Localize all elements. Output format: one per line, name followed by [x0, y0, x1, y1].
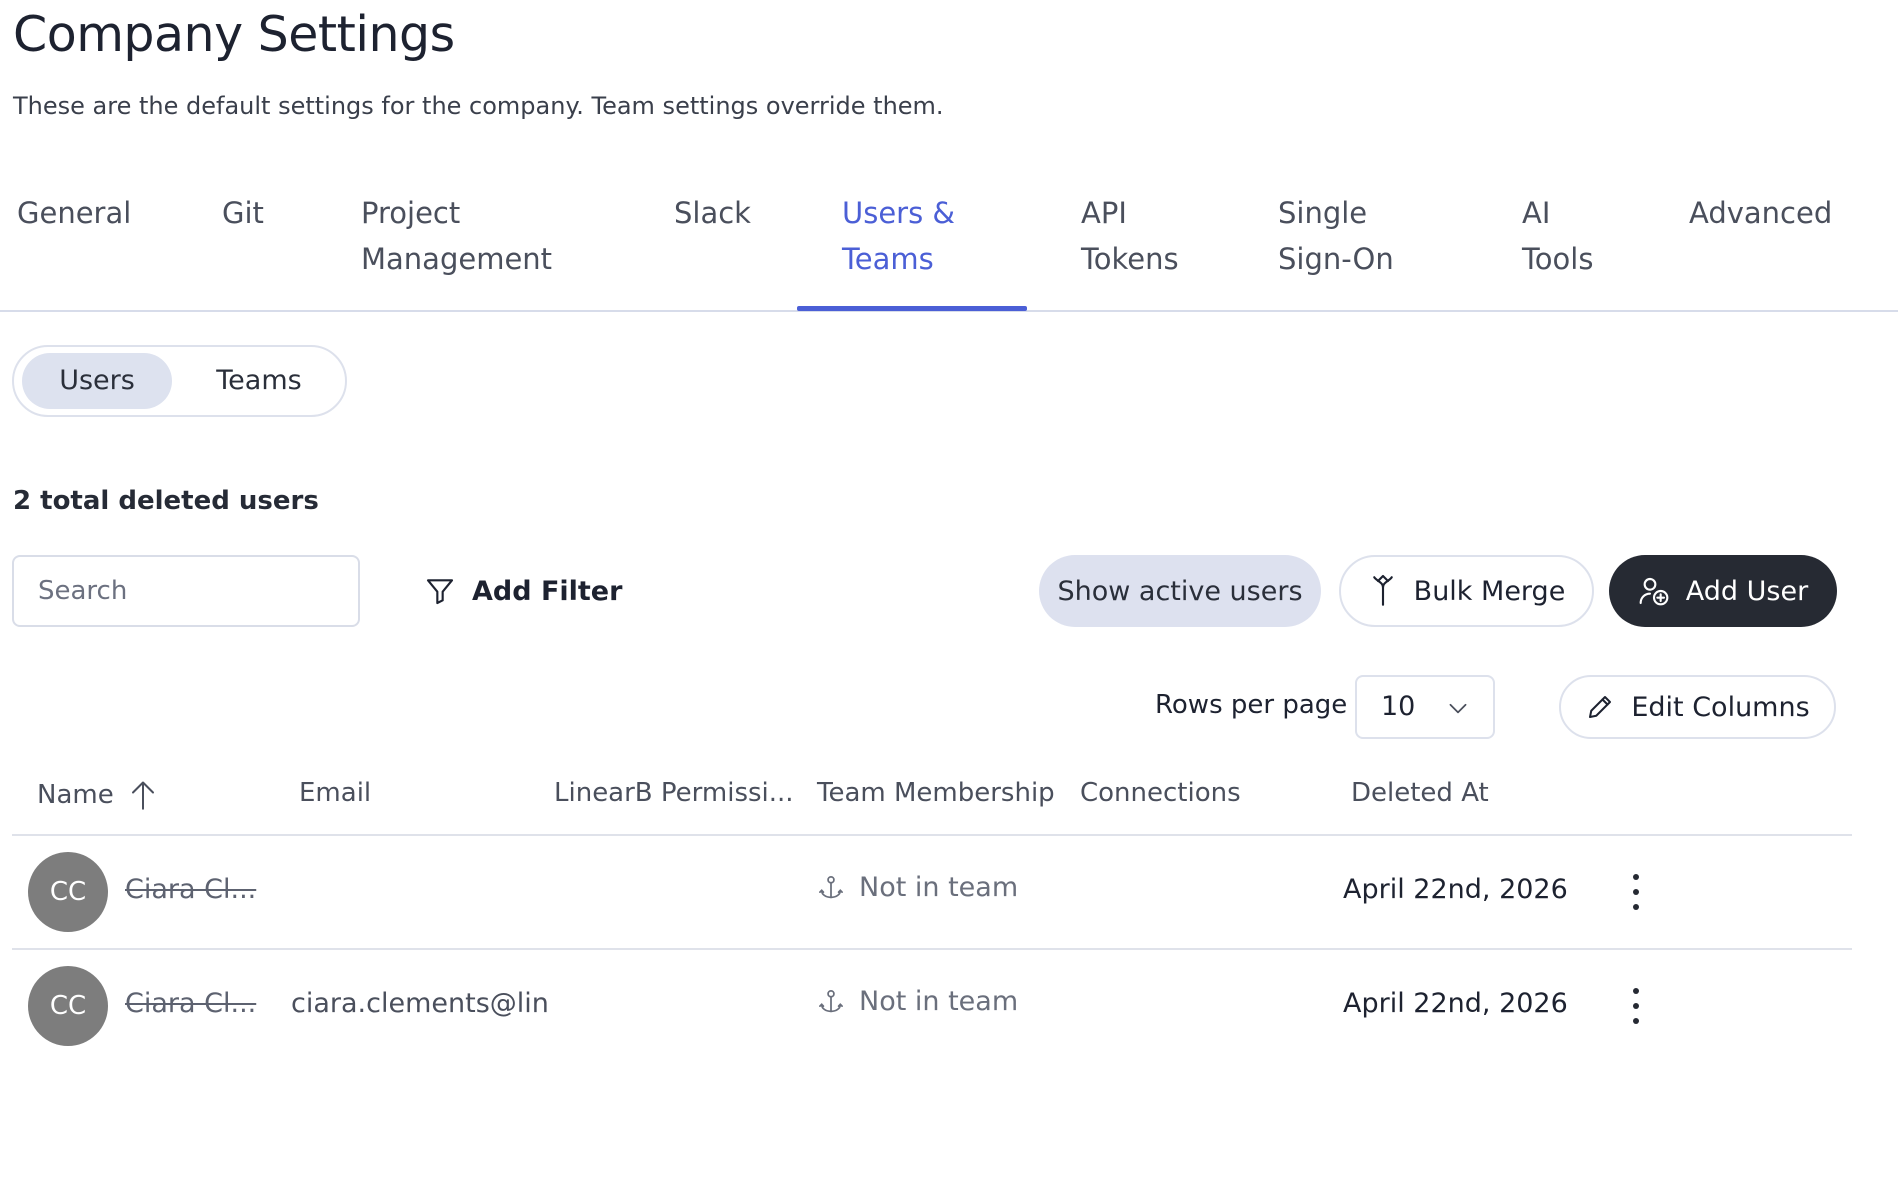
user-email: ciara.clements@lin — [291, 988, 549, 1019]
row-actions-menu-icon[interactable] — [1624, 984, 1648, 1028]
page-title: Company Settings — [13, 6, 455, 63]
toggle-users[interactable]: Users — [22, 353, 172, 409]
rows-per-page-value: 10 — [1381, 691, 1416, 722]
tab-ai-tools[interactable]: AI Tools — [1522, 190, 1593, 282]
deleted-at: April 22nd, 2026 — [1343, 988, 1568, 1019]
team-anchor-icon — [819, 875, 843, 898]
bulk-merge-label: Bulk Merge — [1413, 575, 1566, 607]
tab-git[interactable]: Git — [222, 190, 264, 236]
page-subtitle: These are the default settings for the c… — [13, 92, 944, 120]
tab-project-management[interactable]: Project Management — [361, 190, 552, 282]
rows-per-page-select[interactable]: 10 — [1355, 675, 1495, 739]
total-deleted-users-count: 2 total deleted users — [13, 486, 319, 516]
chevron-down-icon — [1449, 703, 1467, 714]
add-user-label: Add User — [1685, 575, 1809, 607]
show-active-users-label: Show active users — [1057, 575, 1303, 607]
column-header-connections[interactable]: Connections — [1080, 778, 1241, 808]
tab-users-teams[interactable]: Users & Teams — [842, 190, 955, 282]
tab-general[interactable]: General — [17, 190, 131, 236]
column-header-permission[interactable]: LinearB Permissi... — [554, 778, 794, 808]
rows-per-page-label: Rows per page — [1155, 690, 1348, 720]
tab-single-sign-on[interactable]: Single Sign-On — [1278, 190, 1394, 282]
tab-advanced[interactable]: Advanced — [1689, 190, 1832, 236]
users-teams-toggle: Users Teams — [12, 345, 347, 417]
toggle-teams[interactable]: Teams — [184, 353, 334, 409]
sort-ascending-icon — [131, 781, 154, 810]
active-tab-indicator — [797, 306, 1027, 311]
add-user-icon — [1639, 577, 1669, 606]
settings-tabs: General Git Project Management Slack Use… — [0, 190, 1898, 312]
team-anchor-icon — [819, 989, 843, 1012]
add-filter-button[interactable]: Add Filter — [424, 560, 622, 622]
column-header-name[interactable]: Name — [37, 778, 158, 812]
pencil-icon — [1589, 696, 1612, 718]
user-name: Ciara Cl... — [125, 988, 257, 1019]
edit-columns-label: Edit Columns — [1631, 691, 1810, 723]
team-membership: Not in team — [817, 986, 1018, 1017]
show-active-users-button[interactable]: Show active users — [1039, 555, 1321, 627]
avatar: CC — [28, 852, 108, 932]
column-header-team-membership[interactable]: Team Membership — [817, 778, 1055, 808]
column-header-deleted-at[interactable]: Deleted At — [1351, 778, 1489, 808]
add-filter-label: Add Filter — [472, 575, 623, 607]
team-membership: Not in team — [817, 872, 1018, 903]
user-name: Ciara Cl... — [125, 874, 257, 905]
table-row: CC Ciara Cl... ciara.clements@lin Not in… — [12, 950, 1852, 1062]
bulk-merge-button[interactable]: Bulk Merge — [1339, 555, 1594, 627]
row-actions-menu-icon[interactable] — [1624, 870, 1648, 914]
company-settings-page: Company Settings These are the default s… — [0, 0, 1898, 1194]
deleted-at: April 22nd, 2026 — [1343, 874, 1568, 905]
table-row: CC Ciara Cl... Not in team April 22nd, 2… — [12, 836, 1852, 948]
tab-slack[interactable]: Slack — [674, 190, 751, 236]
filter-icon — [426, 579, 454, 605]
merge-icon — [1372, 574, 1393, 606]
search-input[interactable] — [12, 555, 360, 627]
add-user-button[interactable]: Add User — [1609, 555, 1837, 627]
edit-columns-button[interactable]: Edit Columns — [1559, 675, 1836, 739]
tab-api-tokens[interactable]: API Tokens — [1081, 190, 1179, 282]
avatar: CC — [28, 966, 108, 1046]
column-header-email[interactable]: Email — [299, 778, 371, 808]
